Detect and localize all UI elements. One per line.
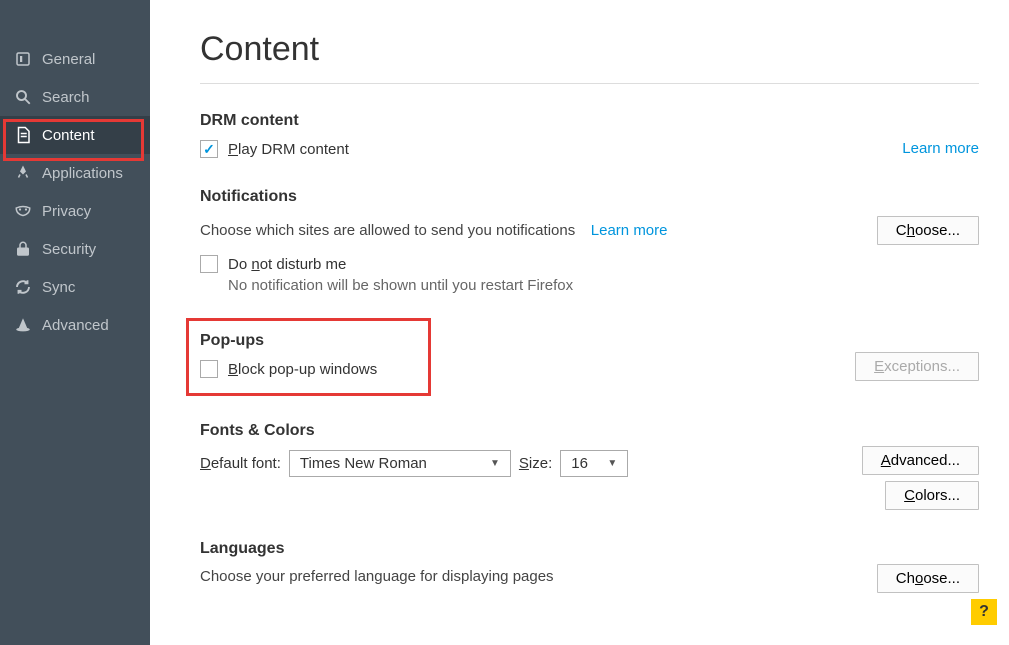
popups-exceptions-button[interactable]: Exceptions... [855, 352, 979, 381]
sidebar-item-advanced[interactable]: Advanced [0, 306, 150, 344]
font-size-value: 16 [571, 455, 588, 472]
sidebar-item-search[interactable]: Search [0, 78, 150, 116]
sidebar-item-applications[interactable]: Applications [0, 154, 150, 192]
dnd-subtext: No notification will be shown until you … [228, 277, 979, 294]
block-popups-row: Block pop-up windows [200, 360, 377, 378]
section-heading-popups: Pop-ups [200, 332, 377, 350]
sidebar-item-label: Search [42, 89, 90, 106]
mask-icon [14, 202, 32, 220]
content-pane: Content DRM content Play DRM content Lea… [150, 0, 1009, 645]
section-heading-drm: DRM content [200, 112, 349, 130]
section-languages: Languages Choose your preferred language… [200, 540, 979, 593]
dnd-row: Do not disturb me [200, 255, 979, 273]
languages-desc: Choose your preferred language for displ… [200, 568, 554, 585]
sidebar-item-label: Content [42, 127, 95, 144]
sidebar-item-content[interactable]: Content [0, 116, 150, 154]
search-icon [14, 88, 32, 106]
section-heading-notifications: Notifications [200, 188, 979, 206]
sidebar-item-sync[interactable]: Sync [0, 268, 150, 306]
sync-icon [14, 278, 32, 296]
fonts-colors-button[interactable]: Colors... [885, 481, 979, 510]
chevron-down-icon: ▼ [607, 458, 617, 469]
block-popups-label: Block pop-up windows [228, 361, 377, 378]
wizard-hat-icon [14, 316, 32, 334]
chevron-down-icon: ▼ [490, 458, 500, 469]
sidebar-item-label: Advanced [42, 317, 109, 334]
default-font-label: Default font: [200, 455, 281, 472]
dnd-checkbox[interactable] [200, 255, 218, 273]
notifications-desc: Choose which sites are allowed to send y… [200, 222, 575, 239]
fonts-advanced-button[interactable]: Advanced... [862, 446, 979, 475]
general-icon [14, 50, 32, 68]
lock-icon [14, 240, 32, 258]
sidebar: General Search Content Applications Priv… [0, 0, 150, 645]
sidebar-item-label: Security [42, 241, 96, 258]
font-size-label: Size: [519, 455, 552, 472]
section-heading-languages: Languages [200, 540, 554, 558]
drm-learn-more-link[interactable]: Learn more [902, 140, 979, 157]
block-popups-checkbox[interactable] [200, 360, 218, 378]
sidebar-item-label: Sync [42, 279, 75, 296]
section-drm: DRM content Play DRM content Learn more [200, 112, 979, 158]
rocket-icon [14, 164, 32, 182]
section-heading-fonts: Fonts & Colors [200, 422, 628, 440]
font-size-select[interactable]: 16 ▼ [560, 450, 628, 477]
sidebar-item-label: Applications [42, 165, 123, 182]
notifications-choose-button[interactable]: Choose... [877, 216, 979, 245]
document-icon [14, 126, 32, 144]
sidebar-item-general[interactable]: General [0, 40, 150, 78]
play-drm-label: Play DRM content [228, 141, 349, 158]
sidebar-item-label: Privacy [42, 203, 91, 220]
play-drm-row: Play DRM content [200, 140, 349, 158]
highlight-box-popups [186, 318, 431, 396]
section-notifications: Notifications Choose which sites are all… [200, 188, 979, 294]
default-font-value: Times New Roman [300, 455, 427, 472]
play-drm-checkbox[interactable] [200, 140, 218, 158]
section-fonts: Fonts & Colors Default font: Times New R… [200, 422, 979, 510]
default-font-select[interactable]: Times New Roman ▼ [289, 450, 511, 477]
languages-choose-button[interactable]: Choose... [877, 564, 979, 593]
sidebar-item-privacy[interactable]: Privacy [0, 192, 150, 230]
section-popups: Pop-ups Block pop-up windows Exceptions.… [200, 324, 979, 392]
sidebar-item-security[interactable]: Security [0, 230, 150, 268]
divider [200, 83, 979, 84]
notifications-learn-more-link[interactable]: Learn more [591, 222, 668, 239]
dnd-label: Do not disturb me [228, 256, 346, 273]
page-title: Content [200, 30, 979, 69]
help-button[interactable]: ? [971, 599, 997, 625]
sidebar-item-label: General [42, 51, 95, 68]
